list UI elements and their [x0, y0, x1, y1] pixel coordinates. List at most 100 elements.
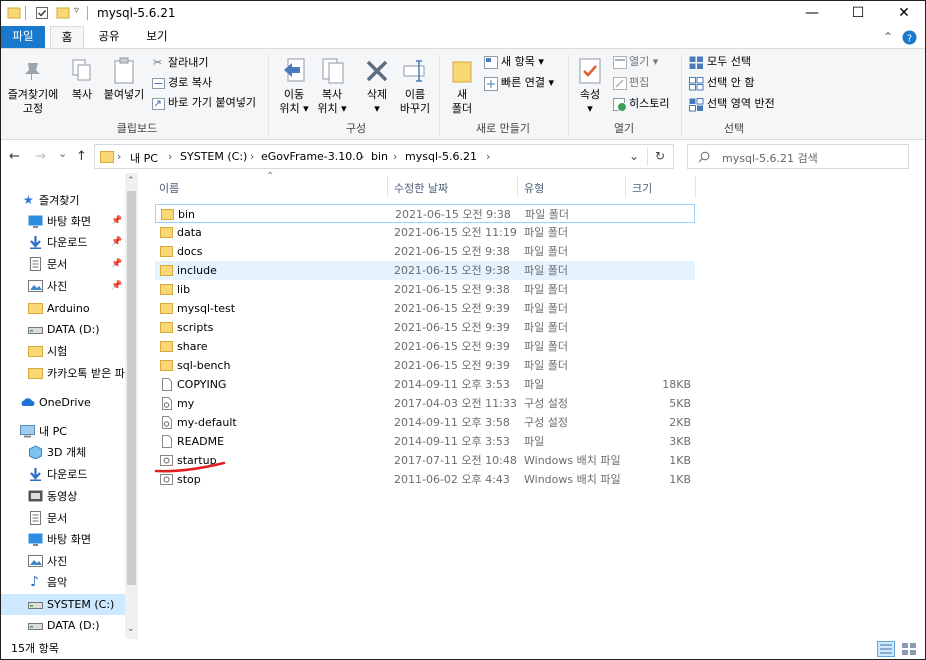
nav-item-documents[interactable]: 문서 📌: [1, 254, 125, 275]
table-row[interactable]: COPYING 2014-09-11 오후 3:53 파일 18KB: [155, 375, 695, 394]
properties-icon[interactable]: [35, 6, 49, 20]
column-header-date[interactable]: 수정한 날짜: [394, 176, 448, 201]
open-button[interactable]: 열기 ▾: [629, 55, 658, 69]
breadcrumb-item[interactable]: 내 PC: [130, 150, 158, 166]
rename-button-label-2[interactable]: 바꾸기: [395, 102, 435, 116]
nav-item-system-drive[interactable]: SYSTEM (C:): [1, 594, 125, 615]
table-row[interactable]: startup 2017-07-11 오전 10:48 Windows 배치 파일 1…: [155, 451, 695, 470]
nav-item-kakaotalk[interactable]: 카카오톡 받은 파: [1, 363, 125, 384]
cut-button[interactable]: 잘라내기: [168, 56, 208, 70]
column-divider[interactable]: [695, 176, 696, 198]
nav-item-arduino[interactable]: Arduino: [1, 298, 125, 319]
search-input[interactable]: mysql-5.6.21 검색: [687, 144, 909, 169]
invert-selection-button[interactable]: 선택 영역 반전: [707, 97, 775, 111]
pin-quick-access-button-label-1[interactable]: 즐겨찾기에: [3, 88, 63, 102]
forward-button[interactable]: →: [35, 149, 46, 164]
paste-shortcut-button[interactable]: 바로 가기 붙여넣기: [168, 96, 256, 110]
copy-to-button-label-1[interactable]: 복사: [311, 88, 353, 102]
column-header-type[interactable]: 유형: [524, 176, 544, 201]
tab-home[interactable]: 홈: [50, 26, 84, 48]
back-button[interactable]: ←: [9, 149, 20, 164]
paste-button[interactable]: 붙여넣기: [100, 88, 148, 102]
up-button[interactable]: ↑: [76, 149, 87, 164]
breadcrumb-item[interactable]: mysql-5.6.21: [405, 150, 477, 163]
nav-item-desktop-pc[interactable]: 바탕 화면: [1, 529, 125, 550]
move-to-button-label-2[interactable]: 위치 ▾: [273, 102, 315, 116]
select-all-button[interactable]: 모두 선택: [707, 55, 751, 69]
copy-path-button[interactable]: 경로 복사: [168, 76, 212, 90]
select-none-button[interactable]: 선택 안 함: [707, 76, 754, 90]
new-folder-button-label-2[interactable]: 폴더: [447, 102, 477, 116]
nav-item-data-drive[interactable]: DATA (D:): [1, 319, 125, 340]
table-row[interactable]: sql-bench 2021-06-15 오전 9:39 파일 폴더: [155, 356, 695, 375]
table-row[interactable]: scripts 2021-06-15 오전 9:39 파일 폴더: [155, 318, 695, 337]
copy-to-button-label-2[interactable]: 위치 ▾: [311, 102, 353, 116]
nav-item-test[interactable]: 시험: [1, 341, 125, 362]
column-divider[interactable]: [625, 176, 626, 198]
tab-file[interactable]: 파일: [1, 26, 45, 48]
close-button[interactable]: ✕: [881, 1, 926, 26]
move-to-button-label-1[interactable]: 이동: [273, 88, 315, 102]
nav-item-videos[interactable]: 동영상: [1, 486, 125, 507]
properties-button[interactable]: 속성: [573, 88, 607, 102]
table-row[interactable]: share 2021-06-15 오전 9:39 파일 폴더: [155, 337, 695, 356]
copy-button[interactable]: 복사: [65, 88, 99, 102]
nav-item-3d-objects[interactable]: 3D 개체: [1, 442, 125, 463]
history-button[interactable]: 히스토리: [629, 97, 669, 111]
large-icons-view-icon[interactable]: [900, 641, 918, 657]
edit-button[interactable]: 편집: [629, 76, 649, 90]
properties-dropdown[interactable]: ▾: [573, 102, 607, 116]
new-folder-icon[interactable]: [56, 6, 70, 20]
delete-button-label-1[interactable]: 삭제: [357, 88, 397, 102]
scrollbar-thumb[interactable]: [127, 191, 136, 585]
nav-item-downloads-pc[interactable]: 다운로드: [1, 464, 125, 485]
minimize-button[interactable]: —: [789, 1, 835, 26]
breadcrumb-item[interactable]: bin: [371, 150, 388, 163]
new-folder-button-label-1[interactable]: 새: [447, 88, 477, 102]
new-item-button[interactable]: 새 항목 ▾: [501, 55, 544, 69]
table-row[interactable]: README 2014-09-11 오후 3:53 파일 3KB: [155, 432, 695, 451]
column-divider[interactable]: [517, 176, 518, 198]
collapse-ribbon-icon[interactable]: ⌃: [883, 30, 893, 44]
nav-item-pictures[interactable]: 사진 📌: [1, 276, 125, 297]
breadcrumb-item[interactable]: eGovFrame-3.10.0: [261, 150, 363, 163]
table-row[interactable]: my-default 2014-09-11 오후 3:58 구성 설정 2KB: [155, 413, 695, 432]
details-view-icon[interactable]: [877, 641, 895, 657]
table-row[interactable]: include 2021-06-15 오전 9:38 파일 폴더: [155, 261, 695, 280]
table-row[interactable]: stop 2011-06-02 오후 4:43 Windows 배치 파일 1KB: [155, 470, 695, 489]
scroll-down-icon[interactable]: ⌄: [127, 624, 135, 634]
easy-access-button[interactable]: 빠른 연결 ▾: [501, 76, 554, 90]
table-row[interactable]: docs 2021-06-15 오전 9:38 파일 폴더: [155, 242, 695, 261]
nav-quick-access[interactable]: ★ 즐겨찾기: [1, 190, 125, 211]
nav-item-desktop[interactable]: 바탕 화면 📌: [1, 211, 125, 232]
nav-this-pc[interactable]: 내 PC: [1, 421, 125, 442]
nav-item-documents-pc[interactable]: 문서: [1, 508, 125, 529]
recent-locations-button[interactable]: ⌄: [58, 147, 67, 160]
maximize-button[interactable]: ☐: [835, 1, 881, 26]
nav-item-pictures-pc[interactable]: 사진: [1, 551, 125, 572]
address-box[interactable]: › 내 PC › SYSTEM (C:) › eGovFrame-3.10.0 …: [94, 144, 674, 169]
scroll-up-icon[interactable]: ⌃: [127, 176, 135, 186]
qat-dropdown-icon[interactable]: ▿: [74, 5, 79, 16]
refresh-icon[interactable]: ↻: [655, 149, 665, 163]
chevron-down-icon[interactable]: ⌄: [629, 149, 639, 163]
table-row[interactable]: mysql-test 2021-06-15 오전 9:39 파일 폴더: [155, 299, 695, 318]
table-row[interactable]: data 2021-06-15 오전 11:19 파일 폴더: [155, 223, 695, 242]
rename-button-label-1[interactable]: 이름: [395, 88, 435, 102]
tab-share[interactable]: 공유: [89, 26, 129, 48]
column-header-name[interactable]: 이름: [159, 176, 179, 201]
nav-item-downloads[interactable]: 다운로드 📌: [1, 232, 125, 253]
nav-item-music[interactable]: ♪ 음악: [1, 572, 125, 593]
delete-button-label-2[interactable]: ▾: [357, 102, 397, 116]
column-divider[interactable]: [387, 176, 388, 198]
table-row[interactable]: my 2017-04-03 오전 11:33 구성 설정 5KB: [155, 394, 695, 413]
column-header-size[interactable]: 크기: [632, 176, 652, 201]
pin-quick-access-button-label-2[interactable]: 고정: [3, 102, 63, 116]
nav-item-data-drive-pc[interactable]: DATA (D:): [1, 615, 125, 636]
nav-onedrive[interactable]: OneDrive: [1, 392, 125, 413]
tab-view[interactable]: 보기: [137, 26, 177, 48]
table-row[interactable]: bin 2021-06-15 오전 9:38 파일 폴더: [155, 204, 695, 223]
table-row[interactable]: lib 2021-06-15 오전 9:38 파일 폴더: [155, 280, 695, 299]
breadcrumb-item[interactable]: SYSTEM (C:): [180, 150, 247, 163]
help-icon[interactable]: ?: [902, 30, 917, 45]
